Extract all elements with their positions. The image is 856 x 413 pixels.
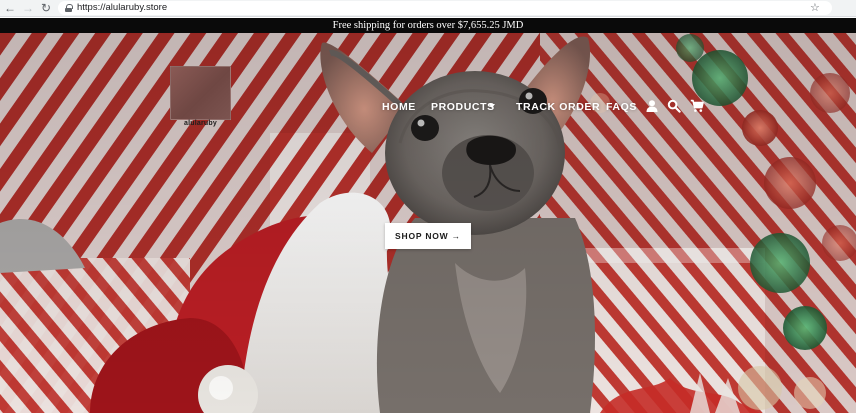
search-icon[interactable] [667,99,681,113]
user-icon[interactable] [645,99,659,113]
star-icon[interactable]: ☆ [810,1,820,15]
chevron-down-icon[interactable] [489,104,495,108]
cart-icon[interactable] [690,99,704,113]
shop-now-button[interactable]: SHOP NOW → [385,223,471,249]
arrow-right-icon[interactable]: → [21,1,35,15]
hero-banner: alularuby HOME PRODUCTS TRACK ORDER FAQS… [0,33,856,413]
nav-track-order[interactable]: TRACK ORDER [516,100,600,114]
arrow-left-icon[interactable]: ← [3,1,17,15]
nav-home[interactable]: HOME [382,100,416,114]
address-bar-url[interactable]: https://alularuby.store [77,2,167,14]
logo-text[interactable]: alularuby [170,120,231,127]
nav-faqs[interactable]: FAQS [606,100,637,114]
browser-toolbar: ← → ↻ https://alularuby.store ☆ [0,0,856,17]
address-bar[interactable]: https://alularuby.store [58,1,832,15]
nav-products[interactable]: PRODUCTS [431,100,495,114]
lock-icon[interactable] [65,4,73,12]
announcement-bar: Free shipping for orders over $7,655.25 … [0,18,856,33]
reload-icon[interactable]: ↻ [39,1,53,15]
announcement-text: Free shipping for orders over $7,655.25 … [332,20,524,31]
brand-logo[interactable] [170,66,231,120]
